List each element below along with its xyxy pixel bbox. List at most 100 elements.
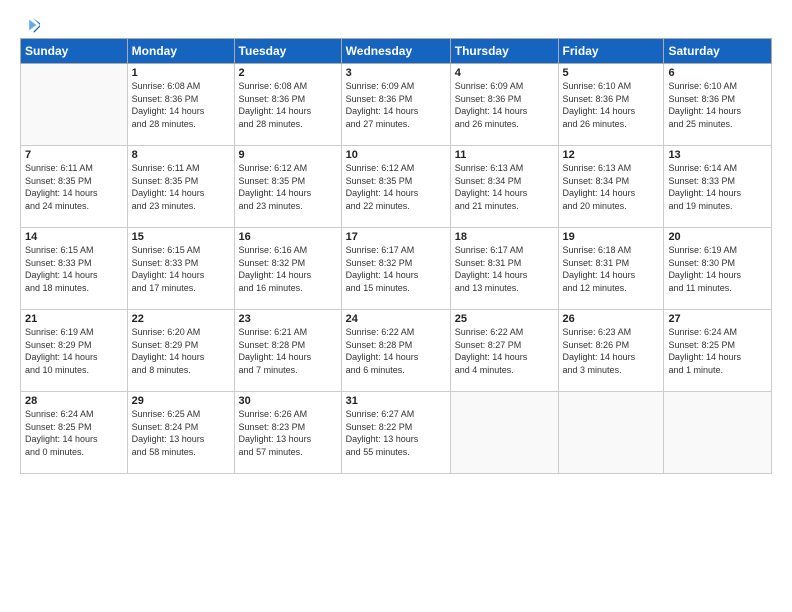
calendar-cell (21, 64, 128, 146)
day-info: Sunrise: 6:27 AM Sunset: 8:22 PM Dayligh… (346, 408, 446, 458)
calendar-cell: 24Sunrise: 6:22 AM Sunset: 8:28 PM Dayli… (341, 310, 450, 392)
day-number: 12 (563, 149, 660, 161)
day-number: 22 (132, 313, 230, 325)
header-monday: Monday (127, 39, 234, 64)
day-number: 7 (25, 149, 123, 161)
calendar-cell: 12Sunrise: 6:13 AM Sunset: 8:34 PM Dayli… (558, 146, 664, 228)
day-number: 19 (563, 231, 660, 243)
day-info: Sunrise: 6:22 AM Sunset: 8:27 PM Dayligh… (455, 326, 554, 376)
day-info: Sunrise: 6:13 AM Sunset: 8:34 PM Dayligh… (455, 162, 554, 212)
day-number: 24 (346, 313, 446, 325)
calendar-cell: 6Sunrise: 6:10 AM Sunset: 8:36 PM Daylig… (664, 64, 772, 146)
calendar-week-2: 14Sunrise: 6:15 AM Sunset: 8:33 PM Dayli… (21, 228, 772, 310)
calendar-cell: 23Sunrise: 6:21 AM Sunset: 8:28 PM Dayli… (234, 310, 341, 392)
day-number: 16 (239, 231, 337, 243)
calendar-cell: 16Sunrise: 6:16 AM Sunset: 8:32 PM Dayli… (234, 228, 341, 310)
day-number: 9 (239, 149, 337, 161)
day-number: 11 (455, 149, 554, 161)
day-info: Sunrise: 6:25 AM Sunset: 8:24 PM Dayligh… (132, 408, 230, 458)
calendar-cell: 7Sunrise: 6:11 AM Sunset: 8:35 PM Daylig… (21, 146, 128, 228)
calendar-cell: 3Sunrise: 6:09 AM Sunset: 8:36 PM Daylig… (341, 64, 450, 146)
calendar-cell: 18Sunrise: 6:17 AM Sunset: 8:31 PM Dayli… (450, 228, 558, 310)
day-info: Sunrise: 6:14 AM Sunset: 8:33 PM Dayligh… (668, 162, 767, 212)
calendar-cell: 25Sunrise: 6:22 AM Sunset: 8:27 PM Dayli… (450, 310, 558, 392)
day-info: Sunrise: 6:12 AM Sunset: 8:35 PM Dayligh… (239, 162, 337, 212)
day-number: 13 (668, 149, 767, 161)
day-number: 8 (132, 149, 230, 161)
calendar-cell: 13Sunrise: 6:14 AM Sunset: 8:33 PM Dayli… (664, 146, 772, 228)
header-wednesday: Wednesday (341, 39, 450, 64)
calendar-cell: 8Sunrise: 6:11 AM Sunset: 8:35 PM Daylig… (127, 146, 234, 228)
day-number: 31 (346, 395, 446, 407)
day-number: 1 (132, 67, 230, 79)
day-number: 15 (132, 231, 230, 243)
day-number: 28 (25, 395, 123, 407)
day-info: Sunrise: 6:15 AM Sunset: 8:33 PM Dayligh… (25, 244, 123, 294)
day-number: 23 (239, 313, 337, 325)
calendar-week-3: 21Sunrise: 6:19 AM Sunset: 8:29 PM Dayli… (21, 310, 772, 392)
calendar-cell: 27Sunrise: 6:24 AM Sunset: 8:25 PM Dayli… (664, 310, 772, 392)
day-number: 30 (239, 395, 337, 407)
calendar-cell: 31Sunrise: 6:27 AM Sunset: 8:22 PM Dayli… (341, 392, 450, 474)
day-info: Sunrise: 6:17 AM Sunset: 8:31 PM Dayligh… (455, 244, 554, 294)
day-info: Sunrise: 6:19 AM Sunset: 8:29 PM Dayligh… (25, 326, 123, 376)
day-info: Sunrise: 6:08 AM Sunset: 8:36 PM Dayligh… (239, 80, 337, 130)
calendar-cell: 10Sunrise: 6:12 AM Sunset: 8:35 PM Dayli… (341, 146, 450, 228)
calendar-cell: 9Sunrise: 6:12 AM Sunset: 8:35 PM Daylig… (234, 146, 341, 228)
day-number: 25 (455, 313, 554, 325)
calendar-cell: 11Sunrise: 6:13 AM Sunset: 8:34 PM Dayli… (450, 146, 558, 228)
day-info: Sunrise: 6:15 AM Sunset: 8:33 PM Dayligh… (132, 244, 230, 294)
calendar-body: 1Sunrise: 6:08 AM Sunset: 8:36 PM Daylig… (21, 64, 772, 474)
day-info: Sunrise: 6:22 AM Sunset: 8:28 PM Dayligh… (346, 326, 446, 376)
calendar-cell (450, 392, 558, 474)
logo-icon (22, 16, 40, 34)
day-number: 6 (668, 67, 767, 79)
calendar-cell: 2Sunrise: 6:08 AM Sunset: 8:36 PM Daylig… (234, 64, 341, 146)
calendar-cell: 4Sunrise: 6:09 AM Sunset: 8:36 PM Daylig… (450, 64, 558, 146)
header-friday: Friday (558, 39, 664, 64)
day-info: Sunrise: 6:24 AM Sunset: 8:25 PM Dayligh… (668, 326, 767, 376)
day-info: Sunrise: 6:21 AM Sunset: 8:28 PM Dayligh… (239, 326, 337, 376)
calendar-week-4: 28Sunrise: 6:24 AM Sunset: 8:25 PM Dayli… (21, 392, 772, 474)
header-sunday: Sunday (21, 39, 128, 64)
day-number: 26 (563, 313, 660, 325)
calendar-week-0: 1Sunrise: 6:08 AM Sunset: 8:36 PM Daylig… (21, 64, 772, 146)
day-info: Sunrise: 6:09 AM Sunset: 8:36 PM Dayligh… (455, 80, 554, 130)
day-number: 2 (239, 67, 337, 79)
day-info: Sunrise: 6:18 AM Sunset: 8:31 PM Dayligh… (563, 244, 660, 294)
day-info: Sunrise: 6:16 AM Sunset: 8:32 PM Dayligh… (239, 244, 337, 294)
header-tuesday: Tuesday (234, 39, 341, 64)
calendar-cell: 1Sunrise: 6:08 AM Sunset: 8:36 PM Daylig… (127, 64, 234, 146)
day-info: Sunrise: 6:11 AM Sunset: 8:35 PM Dayligh… (25, 162, 123, 212)
day-number: 17 (346, 231, 446, 243)
calendar-cell: 21Sunrise: 6:19 AM Sunset: 8:29 PM Dayli… (21, 310, 128, 392)
header-thursday: Thursday (450, 39, 558, 64)
calendar-header-row: Sunday Monday Tuesday Wednesday Thursday… (21, 39, 772, 64)
day-number: 4 (455, 67, 554, 79)
day-number: 21 (25, 313, 123, 325)
day-number: 14 (25, 231, 123, 243)
calendar-cell: 26Sunrise: 6:23 AM Sunset: 8:26 PM Dayli… (558, 310, 664, 392)
calendar-cell: 5Sunrise: 6:10 AM Sunset: 8:36 PM Daylig… (558, 64, 664, 146)
day-info: Sunrise: 6:08 AM Sunset: 8:36 PM Dayligh… (132, 80, 230, 130)
day-number: 27 (668, 313, 767, 325)
calendar-cell (664, 392, 772, 474)
day-info: Sunrise: 6:17 AM Sunset: 8:32 PM Dayligh… (346, 244, 446, 294)
calendar-cell: 17Sunrise: 6:17 AM Sunset: 8:32 PM Dayli… (341, 228, 450, 310)
calendar-week-1: 7Sunrise: 6:11 AM Sunset: 8:35 PM Daylig… (21, 146, 772, 228)
calendar-cell: 29Sunrise: 6:25 AM Sunset: 8:24 PM Dayli… (127, 392, 234, 474)
calendar-cell: 19Sunrise: 6:18 AM Sunset: 8:31 PM Dayli… (558, 228, 664, 310)
day-info: Sunrise: 6:24 AM Sunset: 8:25 PM Dayligh… (25, 408, 123, 458)
calendar: Sunday Monday Tuesday Wednesday Thursday… (20, 38, 772, 474)
day-info: Sunrise: 6:11 AM Sunset: 8:35 PM Dayligh… (132, 162, 230, 212)
day-info: Sunrise: 6:20 AM Sunset: 8:29 PM Dayligh… (132, 326, 230, 376)
calendar-cell: 30Sunrise: 6:26 AM Sunset: 8:23 PM Dayli… (234, 392, 341, 474)
calendar-cell: 20Sunrise: 6:19 AM Sunset: 8:30 PM Dayli… (664, 228, 772, 310)
day-number: 3 (346, 67, 446, 79)
day-info: Sunrise: 6:19 AM Sunset: 8:30 PM Dayligh… (668, 244, 767, 294)
calendar-cell: 22Sunrise: 6:20 AM Sunset: 8:29 PM Dayli… (127, 310, 234, 392)
calendar-cell: 14Sunrise: 6:15 AM Sunset: 8:33 PM Dayli… (21, 228, 128, 310)
calendar-cell: 28Sunrise: 6:24 AM Sunset: 8:25 PM Dayli… (21, 392, 128, 474)
day-number: 18 (455, 231, 554, 243)
day-info: Sunrise: 6:10 AM Sunset: 8:36 PM Dayligh… (563, 80, 660, 130)
